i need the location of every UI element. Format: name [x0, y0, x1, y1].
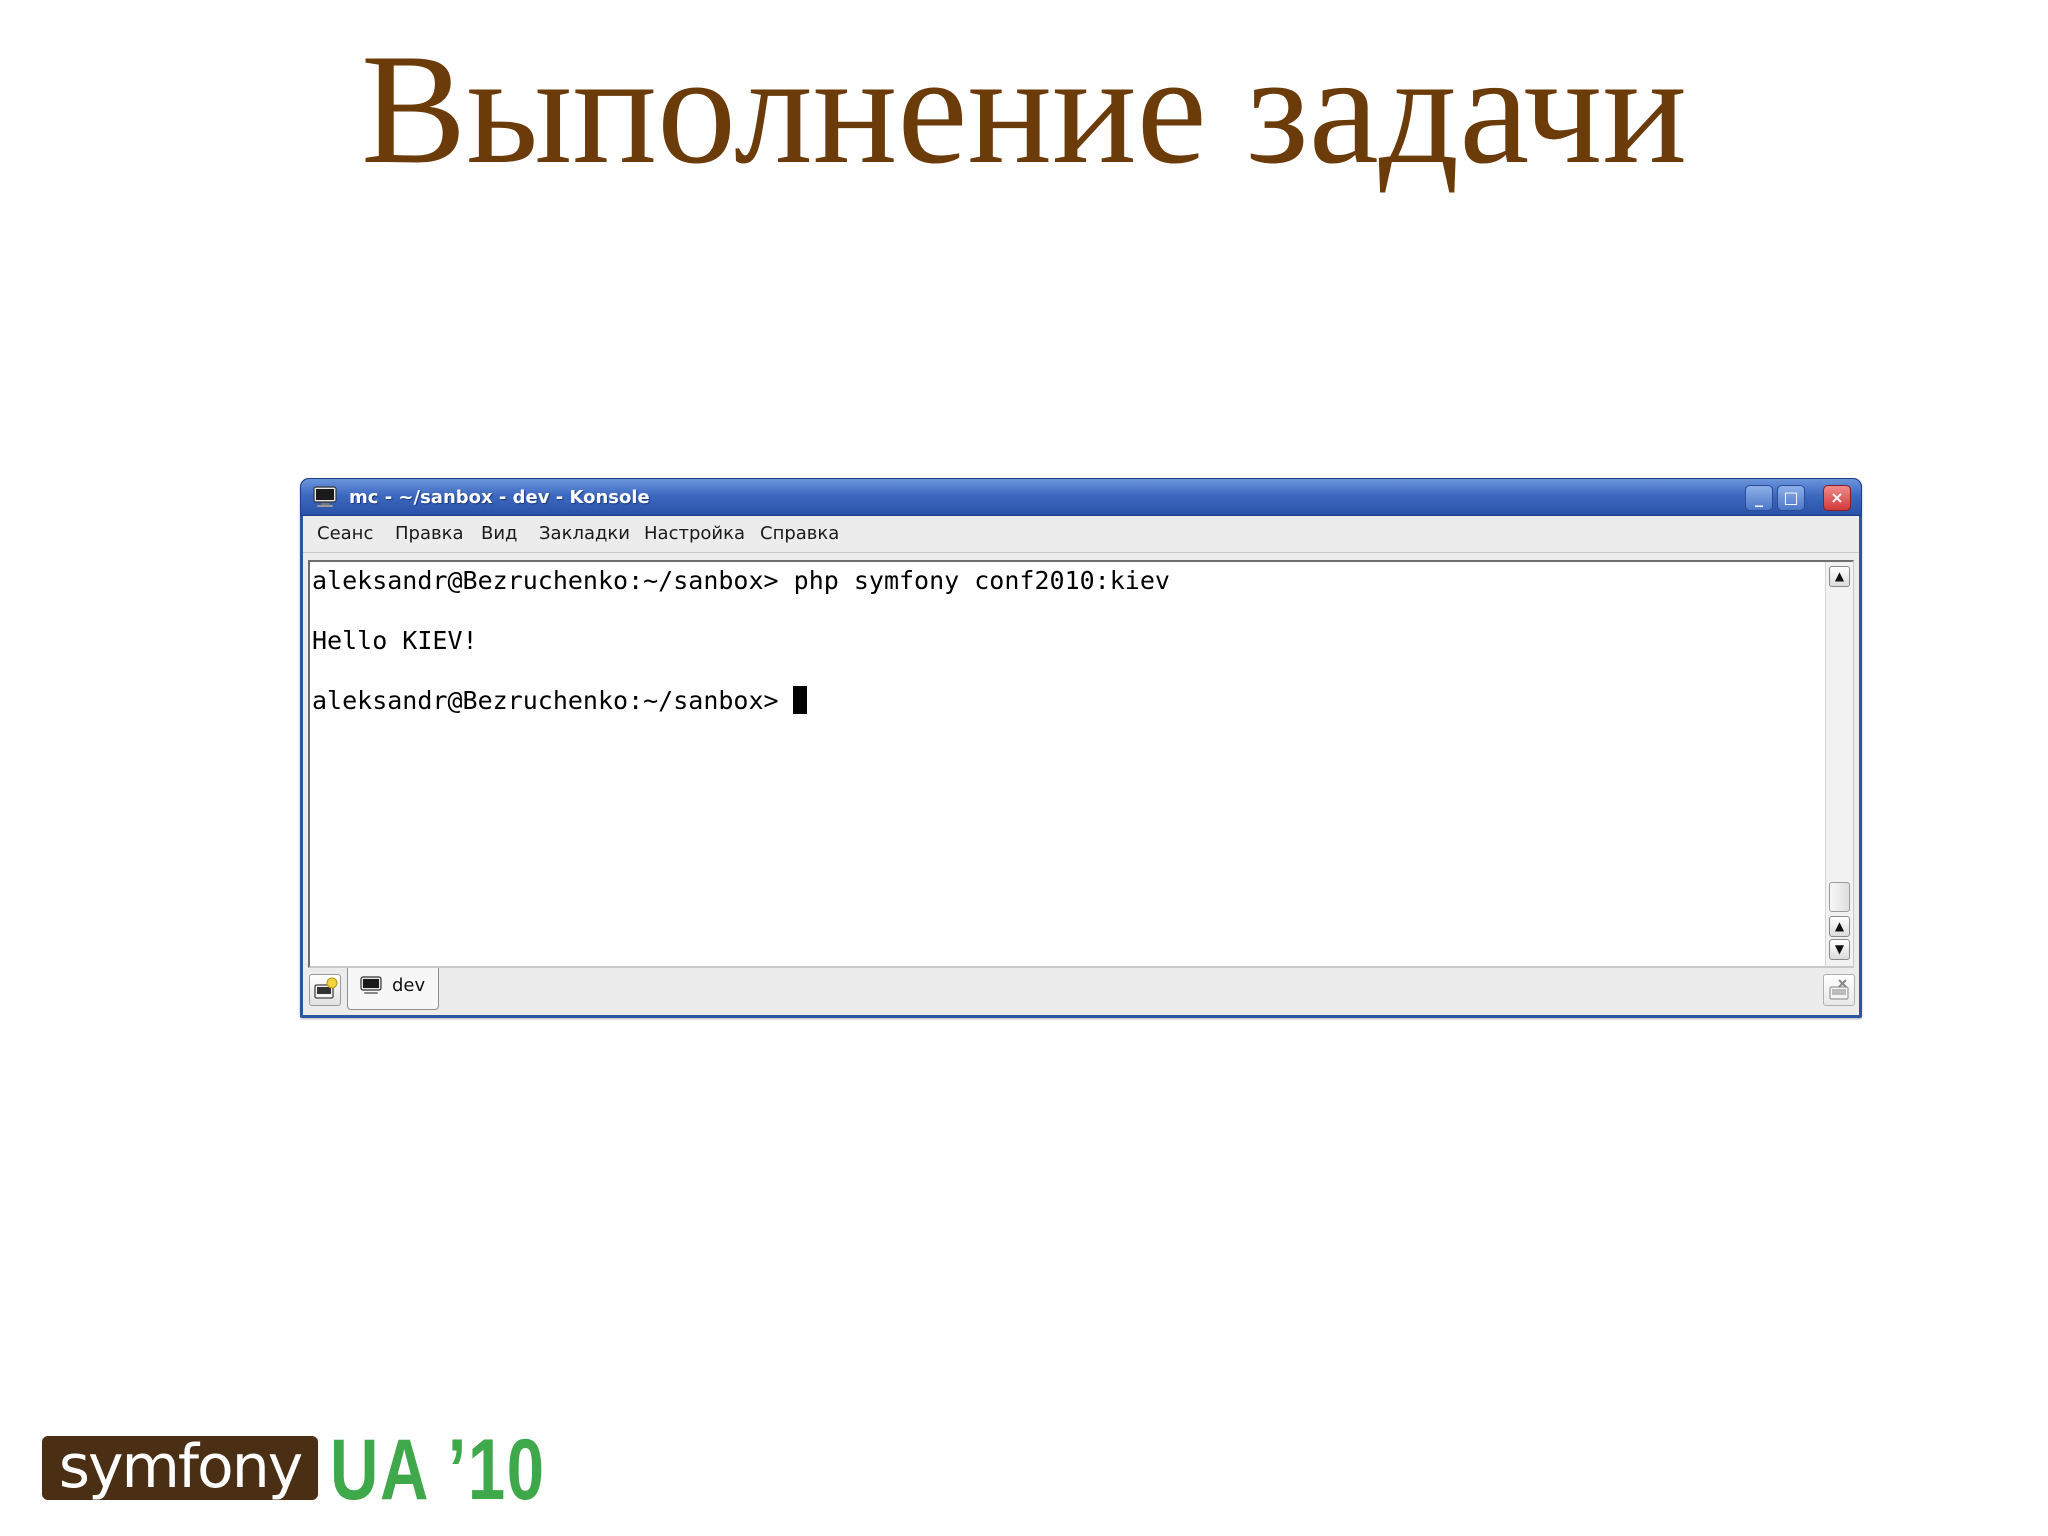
menu-session[interactable]: Сеанс — [317, 516, 373, 552]
symfony-logo: symfony — [42, 1436, 318, 1500]
scroll-up-button-lower[interactable]: ▲ — [1829, 916, 1850, 937]
scrollbar-thumb[interactable] — [1829, 882, 1850, 912]
text-cursor — [792, 686, 807, 714]
menu-view[interactable]: Вид — [481, 516, 518, 552]
window-titlebar[interactable]: mc - ~/sanbox - dev - Konsole _ □ × — [300, 478, 1862, 516]
new-tab-icon — [314, 977, 338, 999]
terminal-line: Hello KIEV! — [312, 626, 478, 655]
tab-bar: dev — [303, 968, 1859, 1015]
slide-title: Выполнение задачи — [360, 22, 1688, 197]
close-button[interactable]: × — [1823, 485, 1851, 511]
close-tab-icon — [1829, 979, 1849, 1000]
menu-settings[interactable]: Настройка — [644, 516, 745, 552]
new-tab-button[interactable] — [309, 974, 341, 1006]
tab-label: dev — [392, 975, 426, 996]
menu-bar: Сеанс Правка Вид Закладки Настройка Спра… — [303, 516, 1859, 553]
terminal-prompt-line: aleksandr@Bezruchenko:~/sanbox> — [312, 686, 1170, 716]
scroll-down-button[interactable]: ▼ — [1829, 939, 1850, 960]
terminal-prompt: aleksandr@Bezruchenko:~/sanbox> — [312, 686, 779, 715]
terminal-output: aleksandr@Bezruchenko:~/sanbox> php symf… — [312, 566, 1170, 746]
close-tab-button[interactable] — [1823, 974, 1855, 1006]
menu-help[interactable]: Справка — [760, 516, 839, 552]
terminal-area[interactable]: aleksandr@Bezruchenko:~/sanbox> php symf… — [308, 560, 1854, 968]
scroll-up-button[interactable]: ▲ — [1829, 566, 1850, 587]
tab-dev[interactable]: dev — [347, 968, 439, 1010]
window-title: mc - ~/sanbox - dev - Konsole — [349, 487, 650, 508]
vertical-scrollbar[interactable]: ▲ ▲ ▼ — [1825, 562, 1853, 966]
maximize-button[interactable]: □ — [1777, 485, 1805, 511]
konsole-window: mc - ~/sanbox - dev - Konsole _ □ × Сеан… — [300, 478, 1862, 1018]
terminal-icon[interactable] — [313, 486, 337, 508]
conference-label: UA ’10 — [330, 1422, 546, 1518]
terminal-line: aleksandr@Bezruchenko:~/sanbox> php symf… — [312, 566, 1170, 595]
menu-edit[interactable]: Правка — [395, 516, 464, 552]
menu-bookmarks[interactable]: Закладки — [539, 516, 630, 552]
terminal-icon — [360, 976, 382, 994]
minimize-button[interactable]: _ — [1745, 485, 1773, 511]
